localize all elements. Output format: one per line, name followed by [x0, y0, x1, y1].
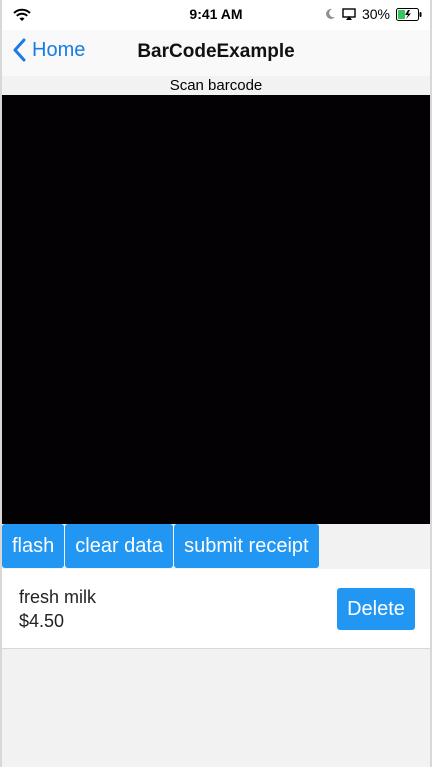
app-screen: 9:41 AM 30% Home BarCodeExample Scan bar… [0, 0, 432, 767]
scan-barcode-label: Scan barcode [2, 76, 430, 95]
action-button-row: flash clear data submit receipt [2, 524, 320, 569]
moon-icon [326, 8, 335, 19]
submit-receipt-button[interactable]: submit receipt [174, 524, 319, 568]
airplay-icon [342, 8, 356, 20]
item-name: fresh milk [19, 587, 97, 607]
list-item: fresh milk $4.50 Delete [2, 569, 430, 649]
delete-button[interactable]: Delete [337, 588, 415, 630]
battery-icon [396, 7, 422, 21]
status-bar: 9:41 AM 30% [2, 0, 430, 30]
status-indicators: 30% [324, 6, 422, 22]
flash-button[interactable]: flash [2, 524, 65, 568]
camera-viewfinder[interactable] [2, 95, 430, 524]
clear-data-button[interactable]: clear data [65, 524, 174, 568]
battery-percent: 30% [361, 6, 390, 22]
navigation-bar: Home BarCodeExample [2, 30, 430, 77]
page-title: BarCodeExample [137, 41, 295, 62]
item-price: $4.50 [19, 611, 65, 631]
